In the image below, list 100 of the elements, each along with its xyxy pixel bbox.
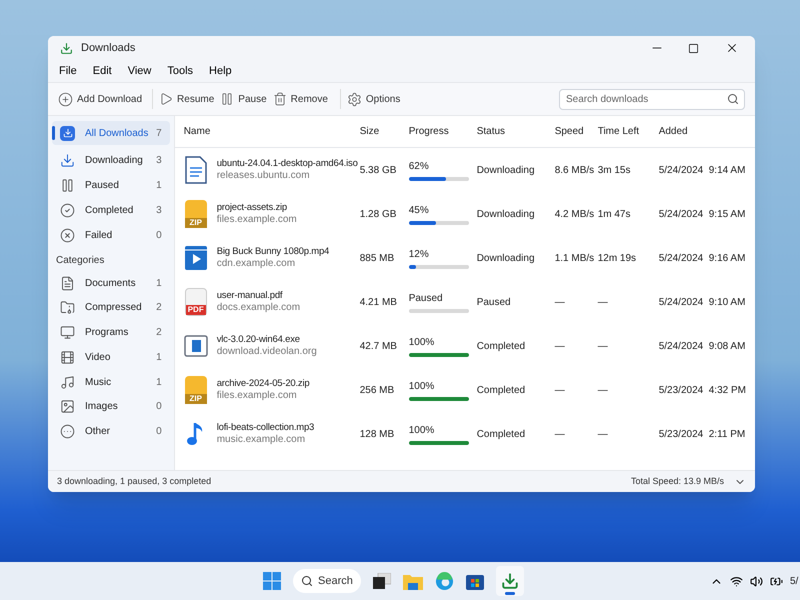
- music-icon: [60, 374, 75, 390]
- close-icon[interactable]: [725, 41, 739, 55]
- sidebar-label: Music: [85, 376, 112, 390]
- sidebar-count: 0: [156, 228, 162, 242]
- total-speed: Total Speed: 13.9 MB/s: [630, 474, 724, 488]
- document-file-icon: [184, 156, 208, 184]
- programs-icon: [60, 325, 75, 340]
- table-cell-text: 42.7 MB: [360, 340, 398, 354]
- table-row[interactable]: PDF user-manual.pdf docs.example.com 4.21 MB Paused Paused — — 5/24/2024 9:10 AM: [174, 280, 755, 324]
- table-cell-text: 5.38 GB: [360, 164, 398, 178]
- pause-icon: [220, 92, 234, 106]
- folder-icon[interactable]: [403, 572, 423, 590]
- column-header[interactable]: Time Left: [598, 124, 659, 139]
- menu-item[interactable]: View: [128, 62, 152, 80]
- toolbar-button[interactable]: Pause: [220, 92, 267, 106]
- sidebar-label: Completed: [85, 204, 134, 218]
- table-cell-text: —: [598, 428, 609, 442]
- paused-icon: [60, 178, 75, 192]
- table-cell-text: —: [554, 296, 566, 310]
- table-row[interactable]: vlc-3.0.20-win64.exe download.videolan.org 42.7 MB 100% Completed — — 5/24/2024 9:08 AM: [174, 324, 755, 368]
- sidebar-label: Other: [85, 425, 112, 440]
- sidebar-item[interactable]: Documents 1: [52, 271, 170, 295]
- sidebar-item[interactable]: Music 1: [52, 370, 170, 394]
- file-name: vlc-3.0.20-win64.exe: [216, 334, 301, 346]
- table-row[interactable]: ZIP archive-2024-05-20.zip files.example.com 256 MB 100% Completed — — 5/23/2024 4:32 PM: [174, 368, 755, 412]
- table-cell-text: 4.2 MB/s: [554, 208, 596, 222]
- table-cell-text: 128 MB: [360, 428, 396, 442]
- table-row[interactable]: ZIP project-assets.zip files.example.com 1.28 GB 45% Downloading 4.2 MB/s 1m 47s 5/24/2024 9:15 AM: [174, 192, 755, 236]
- taskbar-search[interactable]: Search: [293, 569, 361, 593]
- toolbar-button[interactable]: Remove: [272, 92, 328, 106]
- menu-item[interactable]: File: [59, 62, 77, 80]
- table-row[interactable]: Big Buck Bunny 1080p.mp4 cdn.example.com 885 MB 12% Downloading 1.1 MB/s 12m 19s 5/24/2024 9:16 AM: [174, 236, 755, 280]
- toolbar-button[interactable]: Add Download: [58, 92, 142, 106]
- documents-icon: [60, 276, 75, 290]
- column-header[interactable]: Status: [476, 124, 555, 139]
- sidebar-label: Documents: [85, 276, 137, 290]
- sidebar-count: 3: [156, 154, 162, 168]
- sidebar-item[interactable]: Paused 1: [52, 173, 170, 197]
- table-cell-text: —: [554, 340, 566, 354]
- sidebar-item[interactable]: Completed 3: [52, 198, 170, 222]
- sidebar-item[interactable]: All Downloads 7: [52, 121, 170, 145]
- sidebar-item[interactable]: Programs 2: [52, 320, 170, 345]
- downloads-taskbar-button[interactable]: [496, 566, 524, 596]
- task-view-icon[interactable]: [373, 573, 391, 589]
- table-cell-text: 5/24/2024 9:16 AM: [658, 252, 746, 266]
- menu-item[interactable]: Tools: [167, 62, 194, 80]
- toolbar-button[interactable]: Options: [346, 92, 400, 106]
- table-cell-text: —: [598, 296, 609, 310]
- sidebar-label: Programs: [85, 326, 130, 340]
- column-header[interactable]: Speed: [554, 124, 598, 139]
- sidebar-item[interactable]: Compressed 2: [52, 296, 170, 320]
- sidebar-label: Failed: [85, 228, 114, 242]
- table-cell-text: —: [554, 384, 566, 398]
- table-cell-text: Downloading: [476, 252, 536, 266]
- column-header[interactable]: Progress: [408, 124, 477, 139]
- store-icon[interactable]: [466, 572, 484, 590]
- sidebar-count: 1: [156, 178, 162, 192]
- sidebar-item[interactable]: Downloading 3: [52, 148, 170, 172]
- music-note-icon: [186, 421, 205, 447]
- battery-icon[interactable]: [770, 574, 783, 588]
- maximize-icon[interactable]: [688, 42, 699, 54]
- progress-label: 100%: [408, 380, 434, 394]
- sidebar-item[interactable]: Other 0: [52, 420, 170, 444]
- progress-label: 100%: [408, 424, 434, 438]
- window-title: Downloads: [81, 40, 136, 56]
- file-name: archive-2024-05-20.zip: [216, 378, 310, 390]
- table-cell-text: Completed: [476, 340, 526, 354]
- volume-icon[interactable]: [750, 574, 763, 588]
- file-name: lofi-beats-collection.mp3: [216, 422, 314, 434]
- table-row[interactable]: lofi-beats-collection.mp3 music.example.com 128 MB 100% Completed — — 5/23/2024 2:11 PM: [174, 412, 755, 456]
- selection-indicator: [52, 126, 55, 140]
- start-icon[interactable]: [263, 572, 281, 590]
- table-cell-text: 5/23/2024 4:32 PM: [658, 384, 746, 398]
- search-field[interactable]: Search downloads: [559, 88, 745, 110]
- downloading-icon: [60, 152, 75, 168]
- table-cell-text: 1.28 GB: [360, 208, 398, 222]
- sidebar-item[interactable]: Images 0: [52, 394, 170, 419]
- table-cell-text: Downloading: [476, 164, 536, 178]
- column-header[interactable]: Name: [184, 124, 360, 139]
- sidebar-item[interactable]: Failed 0: [52, 223, 170, 247]
- progress-label: 62%: [408, 160, 429, 174]
- file-source: files.example.com: [216, 214, 297, 226]
- menu-item[interactable]: Edit: [92, 62, 112, 80]
- toolbar-button[interactable]: Resume: [159, 92, 214, 106]
- column-header[interactable]: Size: [360, 124, 409, 139]
- sidebar-item[interactable]: Video 1: [52, 345, 170, 370]
- table-row[interactable]: ubuntu-24.04.1-desktop-amd64.iso releases.ubuntu.com 5.38 GB 62% Downloading 8.6 MB/s 3m 15s 5/24/2024 9:14 AM: [174, 148, 755, 192]
- table-cell-text: 5/24/2024 9:14 AM: [658, 164, 746, 178]
- progress-label: 45%: [408, 204, 429, 218]
- menu-item[interactable]: Help: [209, 62, 232, 80]
- sidebar-count: 1: [156, 276, 162, 290]
- table-cell-text: 5/24/2024 9:10 AM: [658, 296, 746, 310]
- wifi-icon[interactable]: [730, 574, 743, 588]
- sidebar-count: 1: [156, 350, 162, 365]
- section-heading: Categories: [55, 254, 106, 268]
- column-header[interactable]: Added: [658, 124, 746, 139]
- browser-icon[interactable]: [435, 572, 454, 590]
- clock[interactable]: 5/: [790, 574, 800, 588]
- file-source: docs.example.com: [216, 302, 300, 314]
- failed-icon: [60, 228, 75, 242]
